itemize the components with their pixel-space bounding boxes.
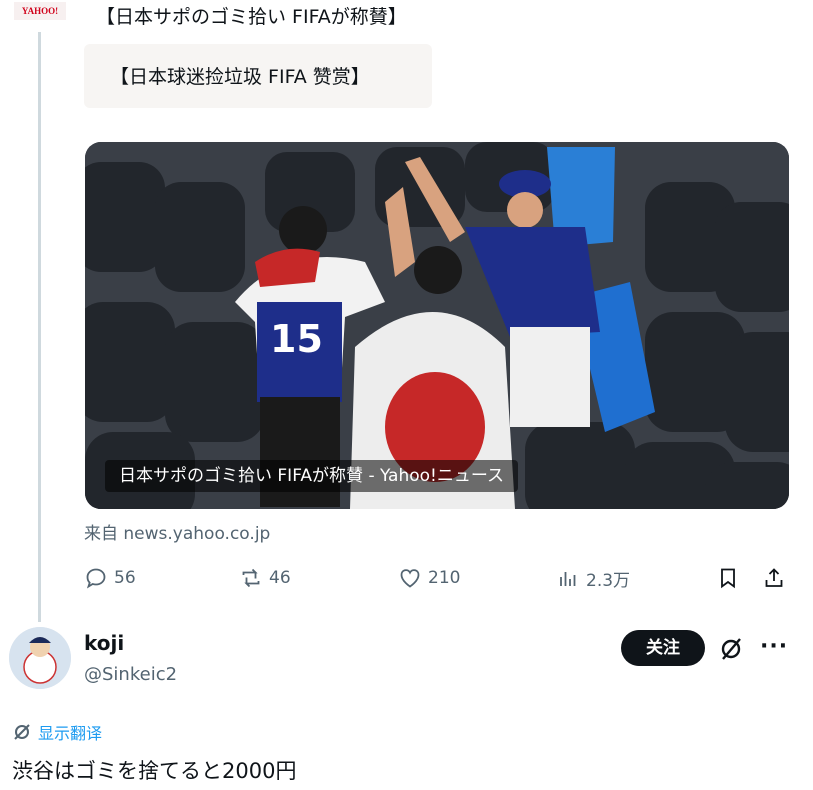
reply-user-handle[interactable]: @Sinkeic2 [84,664,177,685]
reply-text: 渋谷はゴミを捨てると2000円 [12,759,297,783]
tweet-text: 【日本サポのゴミ拾い FIFAが称賛】 [96,6,407,28]
media-caption: 日本サポのゴミ拾い FIFAが称賛 - Yahoo!ニュース [105,460,518,492]
quote-box: 【日本球迷捡垃圾 FIFA 赞赏】 [84,44,432,108]
grok-icon[interactable] [718,636,744,662]
retweet-icon [242,568,260,588]
link-card-image[interactable]: 15 日本サポのゴミ拾い FIFAが称賛 - Yahoo!ニュース [85,142,789,509]
bookmark-icon [721,568,735,589]
show-translation-link[interactable]: 显示翻译 [12,720,102,744]
like-count: 210 [428,568,461,588]
thread-line [38,32,41,622]
heart-icon [400,569,420,588]
more-icon[interactable]: ··· [760,634,788,659]
views-button[interactable]: 2.3万 [556,564,630,592]
reply-user-name[interactable]: koji [84,631,124,655]
views-icon [560,572,576,586]
retweet-button[interactable]: 46 [239,564,291,592]
yahoo-logo: YAHOO! [14,2,66,20]
views-count: 2.3万 [586,570,631,591]
stadium-photo: 15 [85,142,789,509]
share-button[interactable] [762,564,786,592]
link-source[interactable]: 来自 news.yahoo.co.jp [84,519,270,544]
show-translation-label: 显示翻译 [38,724,103,743]
quote-text: 【日本球迷捡垃圾 FIFA 赞赏】 [110,66,370,88]
avatar-image [9,627,71,689]
translate-icon [14,724,30,740]
reply-count: 56 [114,568,136,588]
svg-text:15: 15 [270,317,323,361]
reply-icon [86,568,106,589]
retweet-count: 46 [269,568,291,588]
reply-button[interactable]: 56 [84,564,136,592]
avatar[interactable] [9,627,71,689]
follow-button[interactable]: 关注 [621,630,705,666]
bookmark-button[interactable] [716,564,740,592]
like-button[interactable]: 210 [398,564,460,592]
tweet-actions: 56 46 210 2.3万 [84,564,789,592]
share-icon [765,568,783,587]
